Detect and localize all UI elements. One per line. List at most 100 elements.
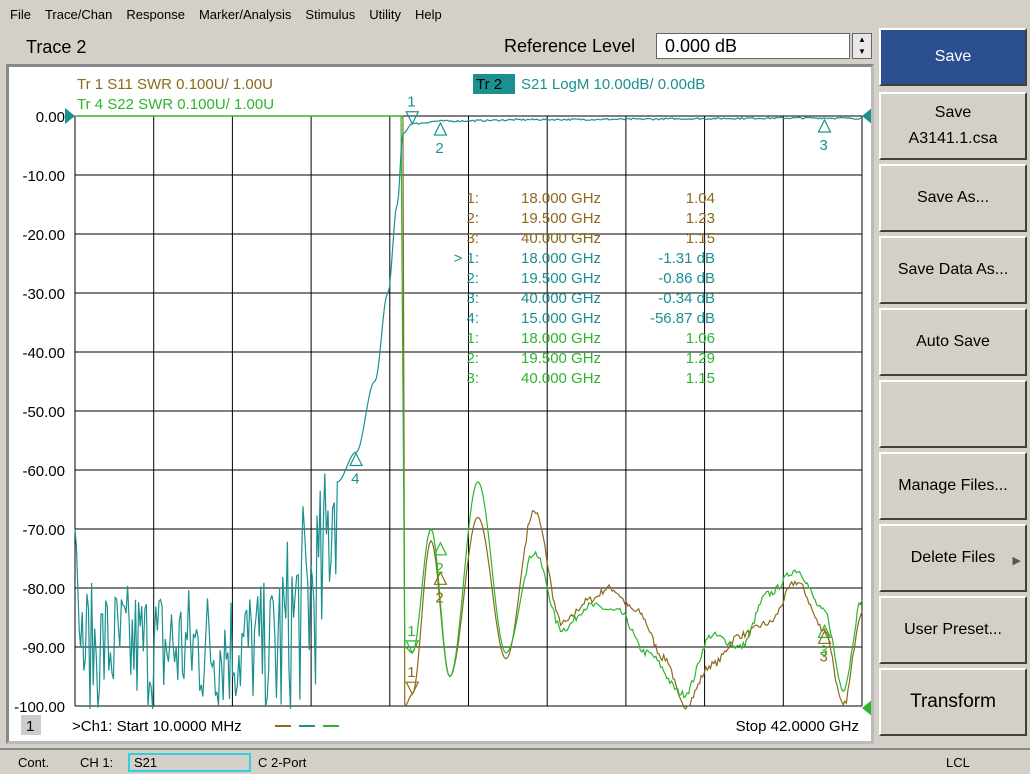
softkey-label: Manage Files... [898,477,1008,494]
softkey-label: A3141.1.csa [908,130,998,147]
stop-frequency: Stop 42.0000 GHz [736,718,859,735]
softkey-label: Transform [910,691,996,712]
y-tick-label: -30.00 [22,286,65,303]
channel-window: 0.00 -10.00 -20.00 -30.00 -40.00 -50.00 -60.00… [6,64,874,744]
softkey-transform[interactable]: Transform [879,668,1027,736]
softkey-user-preset[interactable]: User Preset... [879,596,1027,664]
marker-readout-id: 2: [466,270,479,287]
marker-readout-frequency: 18.000 GHz [521,330,601,347]
remote-status: LCL [946,755,970,770]
menu-file[interactable]: File [10,7,31,22]
channel-label: CH 1: [80,755,114,770]
y-tick-label: -20.00 [22,227,65,244]
softkey-label: Auto Save [916,333,990,350]
start-frequency: >Ch1: Start 10.0000 MHz [72,718,242,735]
marker-readout-id: 3: [466,370,479,387]
marker-readout-id: 3: [466,290,479,307]
y-tick-label: -100.00 [14,699,65,716]
softkey-save[interactable]: Save [879,28,1027,86]
y-tick-label: 0.00 [36,109,65,126]
marker-readout-value: 1.06 [686,330,715,347]
marker-readout-id: 2: [466,350,479,367]
spin-down-icon[interactable]: ▼ [853,46,871,58]
marker-number: 2 [435,560,443,577]
reference-position-icon [862,108,871,124]
reference-level-label: Reference Level [504,36,636,56]
reference-position-icon [65,108,75,124]
menu-marker-analysis[interactable]: Marker/Analysis [199,7,291,22]
marker-readout-value: -0.34 dB [658,290,715,307]
marker-s21-1-icon [405,111,420,126]
y-tick-label: -70.00 [22,522,65,539]
y-tick-label: -60.00 [22,463,65,480]
marker-readout-frequency: 19.500 GHz [521,270,601,287]
menu-help[interactable]: Help [415,7,442,22]
reference-level-input[interactable]: 0.000 dB [656,33,850,59]
status-bar: Cont. CH 1: S21 C 2-Port LCL [0,748,1030,774]
softkey-save-a3141-1-csa[interactable]: Save A3141.1.csa [879,92,1027,160]
marker-readout-frequency: 40.000 GHz [521,290,601,307]
softkey-save-data-as[interactable]: Save Data As... [879,236,1027,304]
marker-s21-2-icon [433,121,448,136]
marker-number: 1 [407,664,415,681]
softkey-manage-files[interactable]: Manage Files... [879,452,1027,520]
marker-readout-value: 1.15 [686,230,715,247]
channel-number: 1 [26,718,34,735]
softkey-save-as[interactable]: Save As... [879,164,1027,232]
marker-readout-frequency: 15.000 GHz [521,310,601,327]
marker-readout-frequency: 18.000 GHz [521,190,601,207]
menu-utility[interactable]: Utility [369,7,401,22]
active-trace-title: Trace 2 [26,37,87,57]
y-tick-label: -10.00 [22,168,65,185]
marker-number: 2 [435,589,443,606]
spin-up-icon[interactable]: ▲ [853,34,871,46]
marker-readout-value: 1.23 [686,210,715,227]
marker-readout-frequency: 19.500 GHz [521,350,601,367]
marker-number: 1 [407,94,415,111]
marker-readout-value: 1.15 [686,370,715,387]
menu-response[interactable]: Response [126,7,185,22]
active-parameter[interactable]: S21 [128,753,251,772]
softkey-label: Save As... [916,189,990,206]
marker-readout-id: > 1: [454,250,479,267]
marker-readout-value: 1.29 [686,350,715,367]
softkey-blank[interactable] [879,380,1027,448]
marker-s11-1-icon [405,681,420,696]
marker-number: 3 [820,137,828,154]
softkey-label: Delete Files [910,549,996,566]
y-tick-label: -80.00 [22,581,65,598]
marker-readout-frequency: 19.500 GHz [521,210,601,227]
reference-position-icon [862,700,871,716]
marker-readout-frequency: 40.000 GHz [521,370,601,387]
trace-2-header: S21 LogM 10.00dB/ 0.00dB [521,76,705,93]
marker-readout-id: 2: [466,210,479,227]
marker-readout-id: 4: [466,310,479,327]
marker-readout-frequency: 40.000 GHz [521,230,601,247]
softkey-label: Save [934,104,972,121]
marker-readout-value: 1.04 [686,190,715,207]
trace-4-header: Tr 4 S22 SWR 0.100U/ 1.00U [77,96,274,113]
softkey-label: Save Data As... [897,261,1009,278]
marker-readout-frequency: 18.000 GHz [521,250,601,267]
marker-s21-3-icon [817,118,832,133]
calibration-status: C 2-Port [258,755,307,770]
reference-level-spinner[interactable]: ▲ ▼ [852,33,872,59]
softkey-auto-save[interactable]: Auto Save [879,308,1027,376]
y-tick-label: -40.00 [22,345,65,362]
y-tick-label: -50.00 [22,404,65,421]
marker-readout-value: -0.86 dB [658,270,715,287]
menu-trace-chan[interactable]: Trace/Chan [45,7,112,22]
marker-number: 1 [407,623,415,640]
marker-number: 2 [435,140,443,157]
marker-readout-id: 3: [466,230,479,247]
y-tick-label: -90.00 [22,640,65,657]
softkey-delete-files[interactable]: Delete Files ▶ [879,524,1027,592]
softkey-label: Save [934,48,972,65]
trace-2-tag: Tr 2 [476,76,502,93]
marker-readout-value: -1.31 dB [658,250,715,267]
trace-1-header: Tr 1 S11 SWR 0.100U/ 1.00U [77,76,273,93]
menu-stimulus[interactable]: Stimulus [305,7,355,22]
marker-number: 3 [820,642,828,659]
softkey-label: User Preset... [904,621,1002,638]
marker-readout-id: 1: [466,190,479,207]
